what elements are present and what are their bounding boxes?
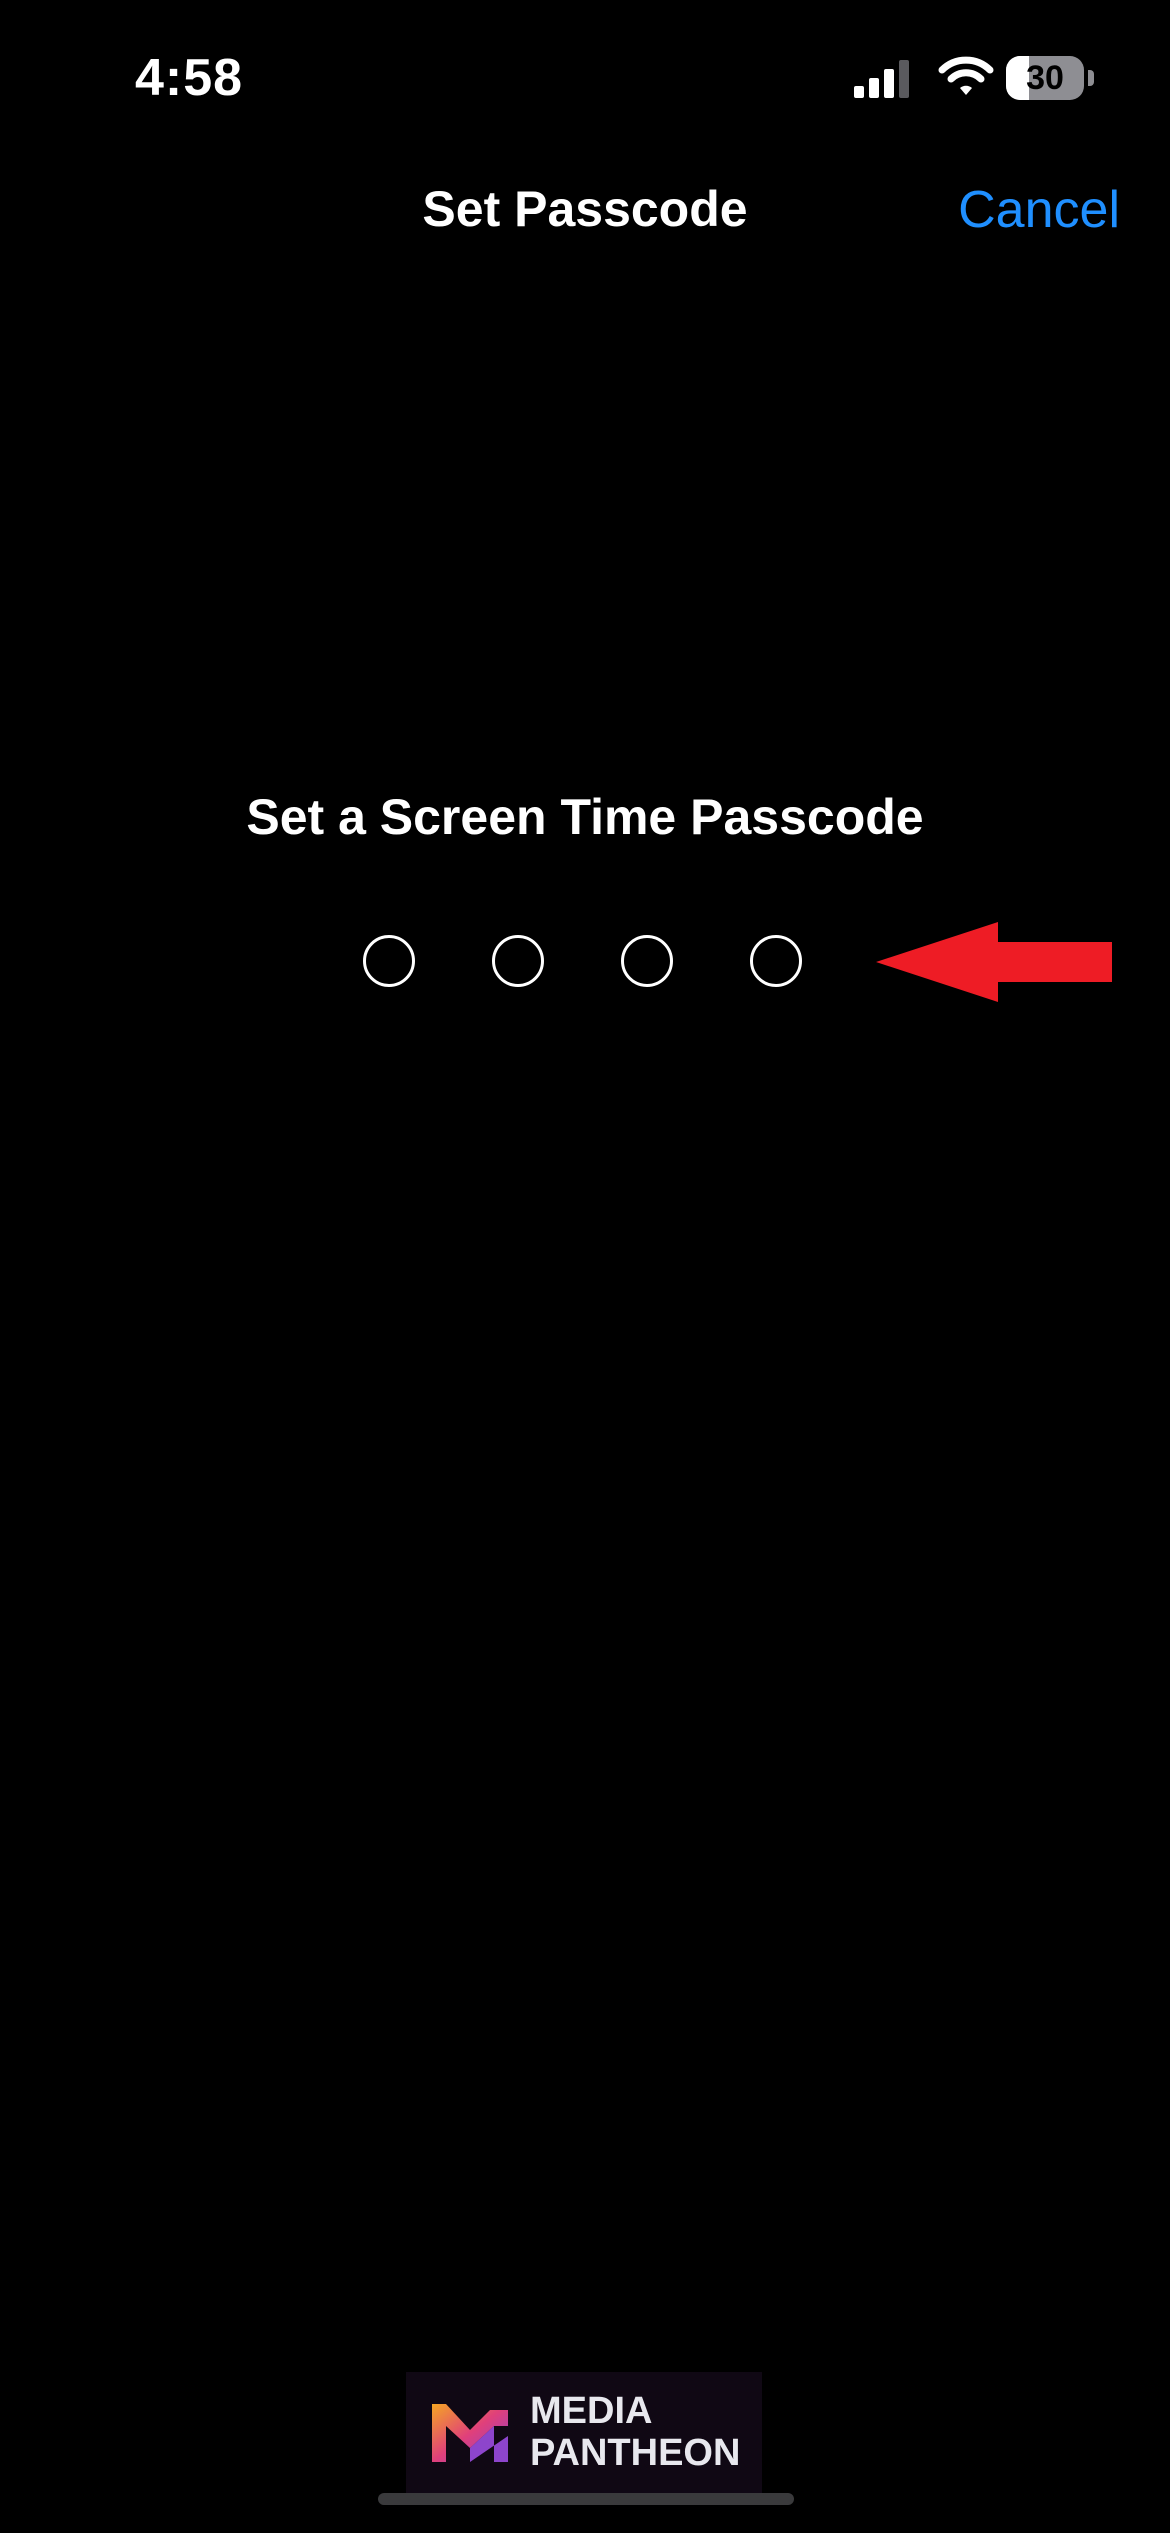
wifi-icon	[938, 56, 994, 95]
passcode-dot	[363, 935, 415, 987]
status-time: 4:58	[135, 49, 244, 107]
cellular-signal-icon	[854, 60, 909, 98]
passcode-dot	[621, 935, 673, 987]
battery-level: 30	[1026, 59, 1064, 97]
red-arrow-icon	[876, 922, 1112, 1002]
cancel-button[interactable]: Cancel	[958, 180, 1120, 240]
watermark-line2: PANTHEON	[530, 2432, 741, 2474]
passcode-dot	[492, 935, 544, 987]
passcode-dot	[750, 935, 802, 987]
passcode-prompt: Set a Screen Time Passcode	[246, 789, 924, 845]
status-icons: 30	[850, 56, 1100, 104]
media-pantheon-logo: MEDIA PANTHEON	[406, 2372, 762, 2496]
media-pantheon-logo-icon	[432, 2404, 508, 2462]
watermark-line1: MEDIA	[530, 2390, 653, 2432]
home-indicator[interactable]	[378, 2493, 794, 2505]
battery-icon: 30	[1006, 56, 1096, 102]
